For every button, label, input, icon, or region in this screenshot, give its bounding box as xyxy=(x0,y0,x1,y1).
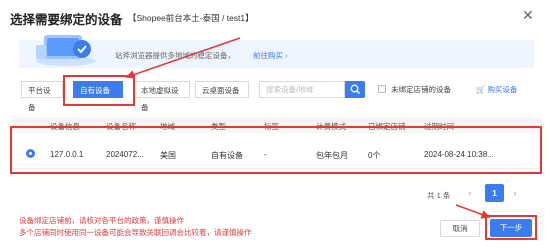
annotation-arrows xyxy=(125,37,491,219)
arrow-to-next xyxy=(455,204,491,219)
arrow-to-tab xyxy=(125,37,241,79)
